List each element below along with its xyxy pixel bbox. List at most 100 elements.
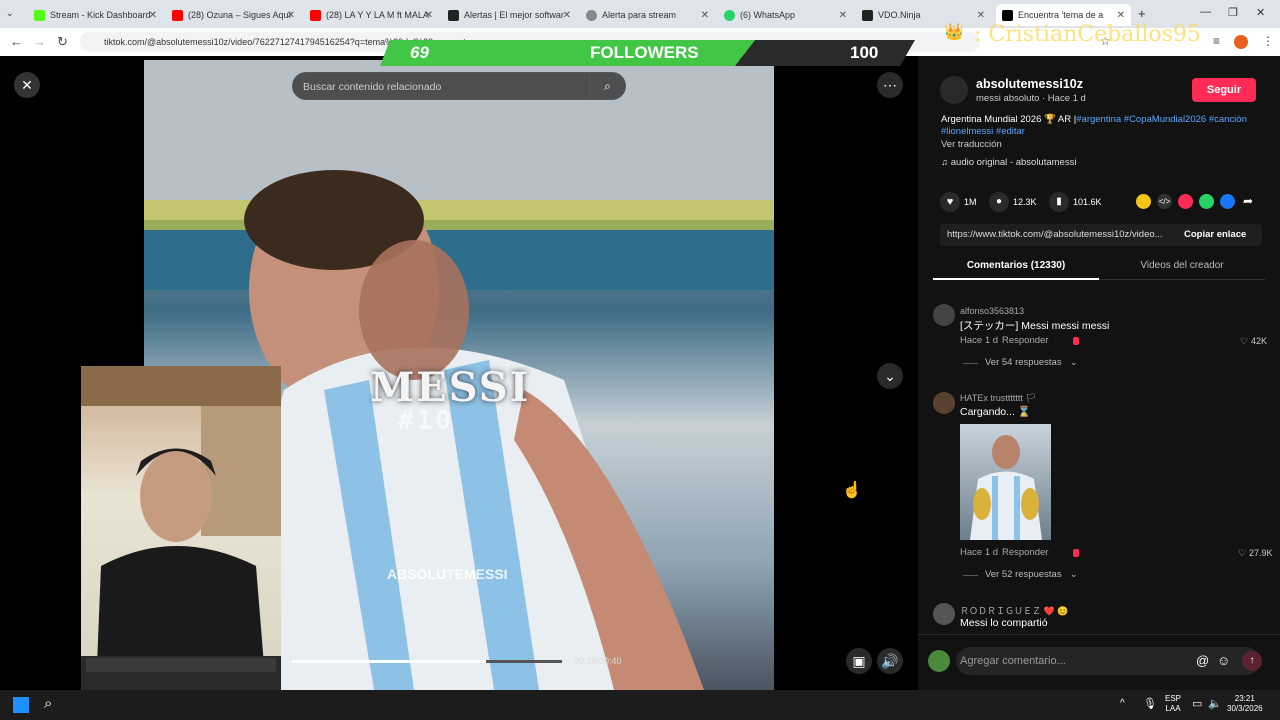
- close-tab-icon[interactable]: ✕: [839, 10, 847, 21]
- tab-ozuna[interactable]: (28) Ozuna – Sigues Aquí ✕: [166, 4, 301, 26]
- emoji-icon[interactable]: ☺: [1217, 653, 1230, 668]
- followers-goal-overlay: 69 FOLLOWERS 100: [380, 40, 920, 66]
- copy-link-button[interactable]: Copiar enlace: [1184, 229, 1246, 240]
- forward-icon[interactable]: →: [33, 34, 46, 49]
- chevron-down-icon[interactable]: ⌄: [1070, 357, 1078, 368]
- view-replies-button[interactable]: Ver 52 respuestas: [985, 569, 1062, 580]
- embed-code-icon[interactable]: </>: [1157, 194, 1172, 209]
- search-input[interactable]: Buscar contenido relacionado: [303, 81, 441, 93]
- language-bottom: LAA: [1165, 704, 1181, 713]
- tab-alerta-stream[interactable]: Alerta para stream ✕: [580, 4, 715, 26]
- repost-icon[interactable]: [1178, 194, 1193, 209]
- reply-button[interactable]: Responder: [1002, 547, 1048, 558]
- send-arrow-icon[interactable]: ↑: [1242, 651, 1262, 671]
- search-icon[interactable]: ⌕: [589, 73, 625, 99]
- author-handle[interactable]: absolutemessi10z: [976, 77, 1083, 91]
- facebook-share-icon[interactable]: [1220, 194, 1235, 209]
- creator-liked-icon: [1073, 549, 1079, 557]
- search-box[interactable]: Buscar contenido relacionado ⌕: [292, 72, 626, 100]
- comment-avatar[interactable]: [933, 304, 955, 326]
- reply-button[interactable]: Responder: [1002, 335, 1048, 346]
- top-supporter-name: : CristianCeballos95: [974, 22, 1201, 47]
- tab-creator-videos[interactable]: Videos del creador: [1099, 256, 1265, 280]
- tab-label: Alerta para stream: [602, 10, 677, 20]
- back-icon[interactable]: ←: [10, 34, 23, 49]
- comment-user[interactable]: alfonso3563813: [960, 306, 1024, 316]
- like-heart-icon[interactable]: ♥: [940, 192, 960, 212]
- audio-row[interactable]: ♫ audio original - absolutamessi: [941, 157, 1076, 168]
- music-note-icon: ♫: [941, 157, 951, 168]
- follow-button[interactable]: Seguir: [1192, 78, 1256, 102]
- menu-kebab-icon[interactable]: ⋮: [1262, 34, 1274, 48]
- author-avatar[interactable]: [940, 76, 968, 104]
- comment-user[interactable]: ＲＯＤＲＩＧＵＥＺ ❤️ 😊: [960, 604, 1068, 617]
- comment-like-heart-icon[interactable]: ♡: [1238, 548, 1246, 559]
- comment-avatar[interactable]: [933, 603, 955, 625]
- side-panel: absolutemessi10z messi absoluto · Hace 1…: [918, 56, 1280, 690]
- windows-start-icon[interactable]: [13, 697, 29, 713]
- video-time: 00:29/00:40: [574, 656, 622, 666]
- tab-whatsapp[interactable]: (6) WhatsApp ✕: [718, 4, 853, 26]
- close-tab-icon[interactable]: ✕: [1117, 10, 1125, 21]
- close-video-button[interactable]: ✕: [14, 72, 40, 98]
- coin-icon[interactable]: [1136, 194, 1151, 209]
- tab-kick-dashboard[interactable]: Stream - Kick Dashboard ✕: [28, 4, 163, 26]
- comment-like-count: 27.9K: [1249, 548, 1273, 558]
- replies-divider: [963, 363, 978, 364]
- view-replies-button[interactable]: Ver 54 respuestas: [985, 357, 1062, 368]
- progress-track[interactable]: [292, 660, 562, 663]
- whatsapp-share-icon[interactable]: [1199, 194, 1214, 209]
- volume-icon[interactable]: 🔊: [877, 648, 903, 674]
- comment-like-count: 42K: [1251, 336, 1268, 346]
- tab-list-chevron-icon[interactable]: ⌄: [6, 8, 14, 19]
- comment-avatar[interactable]: [933, 392, 955, 414]
- extensions-icon[interactable]: ≡: [1213, 34, 1220, 48]
- comment-bubble-icon[interactable]: ●: [989, 192, 1009, 212]
- comment-input[interactable]: Agregar comentario... @ ☺ ↑: [956, 647, 1262, 675]
- miniplayer-icon[interactable]: ▣: [846, 648, 872, 674]
- minimize-icon[interactable]: —: [1200, 6, 1211, 18]
- my-avatar: [928, 650, 950, 672]
- language-indicator[interactable]: ESP LAA: [1165, 694, 1181, 714]
- tab-comments[interactable]: Comentarios (12330): [933, 256, 1099, 280]
- translate-link[interactable]: Ver traducción: [941, 139, 1002, 150]
- tray-chevron-up-icon[interactable]: ^: [1120, 698, 1125, 709]
- maximize-icon[interactable]: ❐: [1228, 6, 1238, 19]
- comment-user[interactable]: HATEx trusttttttt 🏳: [960, 393, 1037, 404]
- followers-current: 69: [410, 43, 429, 62]
- monitor-icon[interactable]: ▭: [1192, 697, 1202, 710]
- like-count: 1M: [964, 197, 977, 207]
- tab-la-y-y-la-m[interactable]: (28) LA Y Y LA M ft MALA ✕: [304, 4, 439, 26]
- bookmark-save-icon[interactable]: ▮: [1049, 192, 1069, 212]
- next-video-chevron-down-icon[interactable]: ⌄: [877, 363, 903, 389]
- comment-like-heart-icon[interactable]: ♡: [1240, 336, 1248, 347]
- taskbar-search-icon[interactable]: ⌕: [44, 695, 52, 712]
- video-watermark: ABSOLUTEMESSI: [387, 566, 508, 582]
- close-tab-icon[interactable]: ✕: [287, 10, 295, 21]
- close-tab-icon[interactable]: ✕: [977, 10, 985, 21]
- close-tab-icon[interactable]: ✕: [563, 10, 571, 21]
- speaker-icon[interactable]: 🔈: [1208, 697, 1222, 710]
- tab-alertas[interactable]: Alertas | El mejor softwar ✕: [442, 4, 577, 26]
- tab-vdo-ninja[interactable]: VDO.Ninja ✕: [856, 4, 991, 26]
- author-subtitle: messi absoluto · Hace 1 d: [976, 93, 1086, 104]
- share-arrow-icon[interactable]: ➦: [1243, 194, 1253, 208]
- share-link-text[interactable]: https://www.tiktok.com/@absolutemessi10z…: [947, 229, 1163, 240]
- comment-placeholder: Agregar comentario...: [960, 655, 1066, 667]
- close-tab-icon[interactable]: ✕: [701, 10, 709, 21]
- microphone-icon[interactable]: 🎙: [1143, 697, 1157, 710]
- profile-avatar[interactable]: [1234, 35, 1248, 49]
- mention-at-icon[interactable]: @: [1196, 653, 1209, 668]
- tab-label: (6) WhatsApp: [740, 10, 796, 20]
- clock-date: 30/3/2026: [1227, 704, 1263, 713]
- close-window-icon[interactable]: ✕: [1256, 6, 1265, 19]
- more-options-button[interactable]: ⋯: [877, 72, 903, 98]
- close-tab-icon[interactable]: ✕: [149, 10, 157, 21]
- chevron-down-icon[interactable]: ⌄: [1070, 569, 1078, 580]
- close-tab-icon[interactable]: ✕: [425, 10, 433, 21]
- new-tab-button[interactable]: +: [1138, 6, 1146, 21]
- reload-icon[interactable]: ↻: [57, 34, 68, 50]
- comment-sticker-image[interactable]: [960, 424, 1051, 540]
- clock[interactable]: 23:21 30/3/2026: [1227, 694, 1263, 714]
- tab-label: Alertas | El mejor softwar: [464, 10, 564, 20]
